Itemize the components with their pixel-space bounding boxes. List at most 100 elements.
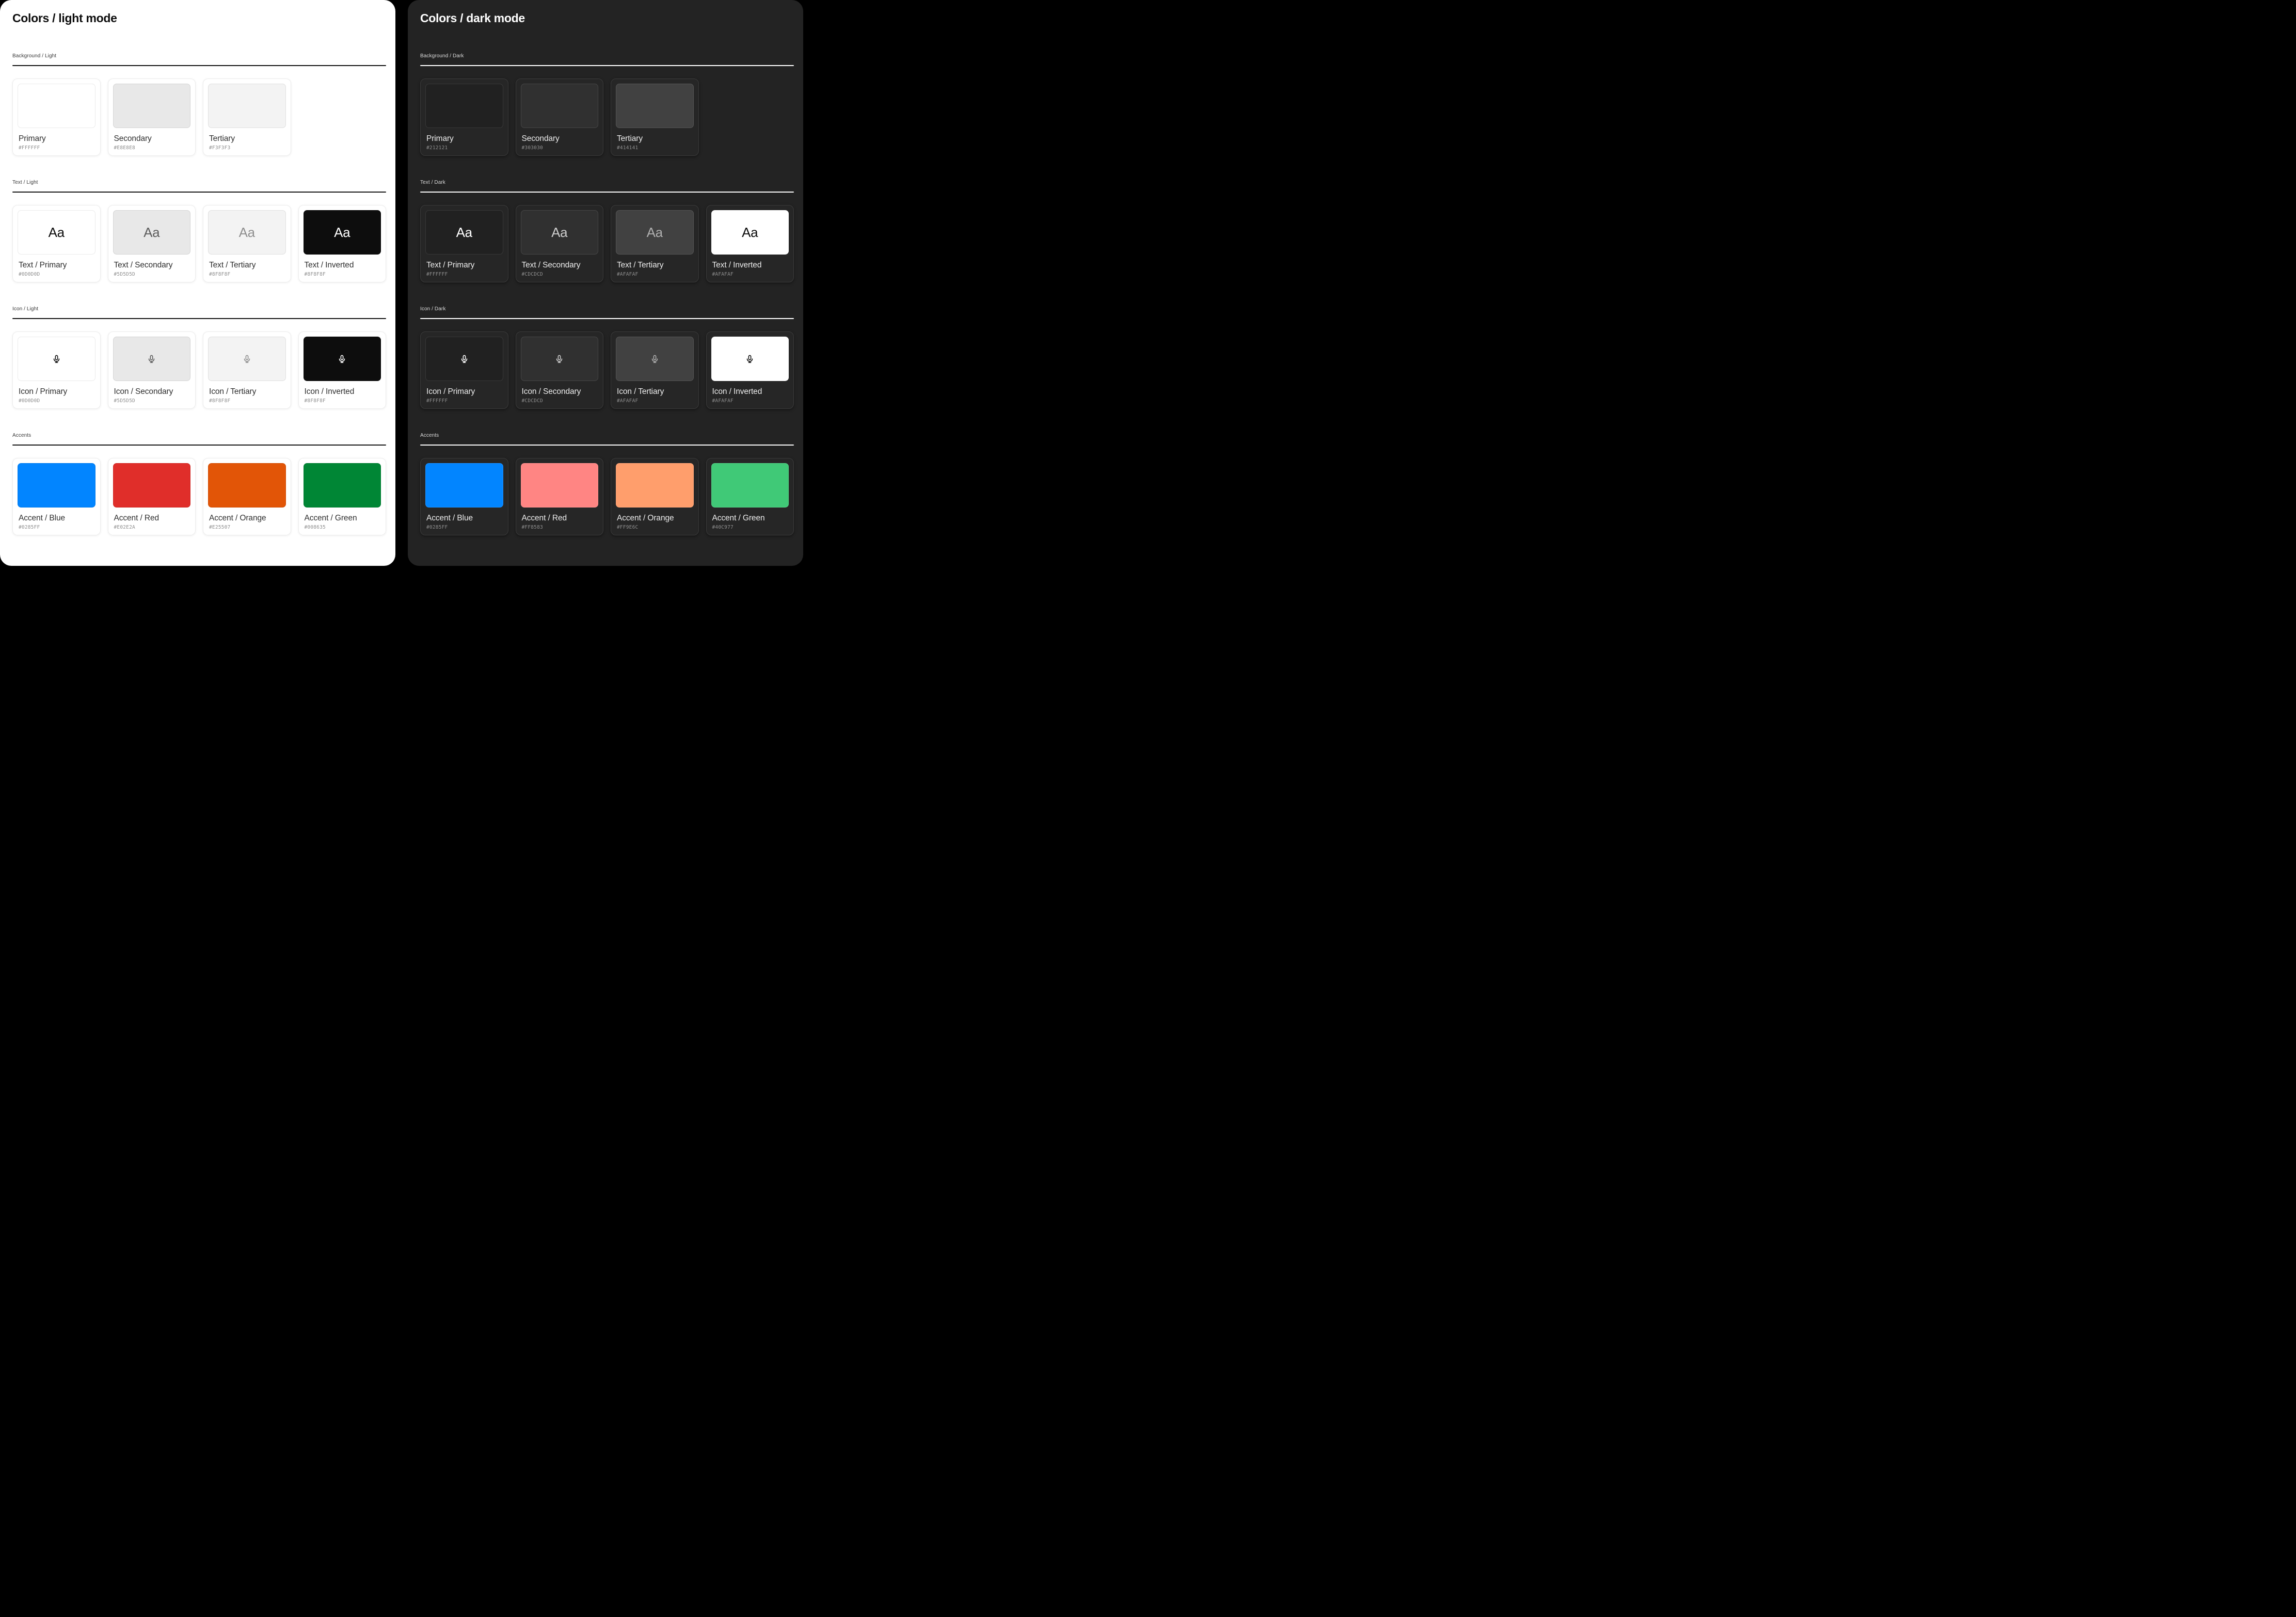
color-name: Text / Inverted (712, 261, 789, 270)
color-name: Icon / Inverted (305, 387, 381, 397)
section-label: Icon / Light (12, 306, 386, 312)
card-grid: Accent / Blue#0285FF Accent / Red #E02E2A A… (12, 458, 386, 535)
color-swatch (711, 337, 789, 381)
section-divider (12, 65, 386, 66)
color-name: Icon / Primary (19, 387, 95, 397)
color-styles-sheet: { "page": { "background": "#000000" }, "… (0, 0, 803, 570)
color-swatch (208, 337, 286, 381)
color-name: Accent / Red (114, 514, 191, 523)
color-name: Accent / Blue (19, 514, 95, 523)
color-swatch (425, 84, 503, 128)
color-card-accent-green: Accent / Green#40C977 (706, 458, 794, 535)
color-hex-value: #0285FF (426, 525, 503, 530)
color-name: Text / Secondary (114, 261, 191, 270)
section-icon-dark: Icon / Dark Icon / Primary#FFFFFF Icon /… (420, 306, 794, 409)
color-card-primary: Primary#FFFFFF (12, 78, 101, 156)
section-label: Accents (420, 433, 794, 438)
color-name: Accent / Green (305, 514, 381, 523)
color-card-text-tertiary: AaText / Tertiary#AFAFAF (611, 205, 699, 282)
color-name: Icon / Tertiary (617, 387, 694, 397)
color-name: Text / Tertiary (209, 261, 286, 270)
color-name: Text / Primary (426, 261, 503, 270)
color-name: Text / Primary (19, 261, 95, 270)
card-grid: Primary#212121Secondary#303030Tertiary#4… (420, 78, 794, 156)
color-swatch (113, 337, 191, 381)
section-accents: AccentsAccent / Blue#0285FFAccent / Red#… (12, 433, 386, 535)
color-swatch (208, 84, 286, 128)
color-swatch (304, 463, 381, 508)
color-hex-value: #E8E8E8 (114, 145, 191, 151)
page-title: Colors / dark mode (420, 11, 794, 25)
color-name: Icon / Secondary (522, 387, 599, 397)
microphone-icon (243, 355, 251, 363)
color-hex-value: #AFAFAF (712, 272, 789, 277)
color-card-accent-red: Accent / Red#FF8583 (516, 458, 604, 535)
color-swatch (521, 463, 599, 508)
section-label: Background / Dark (420, 53, 794, 59)
color-card-accent-orange: Accent / Orange#E25507 (203, 458, 291, 535)
section-text-dark: Text / DarkAaText / Primary#FFFFFFAaText… (420, 180, 794, 282)
microphone-icon (147, 355, 156, 363)
color-name: Icon / Tertiary (209, 387, 286, 397)
color-name: Secondary (114, 134, 191, 144)
section-divider (12, 192, 386, 193)
color-swatch (113, 463, 191, 508)
color-card-text-inverted: AaText / Inverted#8F8F8F (298, 205, 387, 282)
color-card-tertiary: Tertiary#414141 (611, 78, 699, 156)
color-swatch (208, 463, 286, 508)
color-swatch (425, 463, 503, 508)
color-name: Primary (19, 134, 95, 144)
color-card-text-primary: AaText / Primary#0D0D0D (12, 205, 101, 282)
color-hex-value: #0D0D0D (19, 272, 95, 277)
color-name: Icon / Primary (426, 387, 503, 397)
section-divider (420, 192, 794, 193)
color-hex-value: #E02E2A (114, 525, 191, 530)
color-hex-value: #0D0D0D (19, 398, 95, 404)
color-hex-value: #414141 (617, 145, 694, 151)
section-label: Icon / Dark (420, 306, 794, 312)
microphone-icon (52, 355, 61, 363)
color-hex-value: #AFAFAF (617, 398, 694, 404)
color-hex-value: #008635 (305, 525, 381, 530)
color-card-icon-secondary: Icon / Secondary#CDCDCD (516, 331, 604, 409)
color-name: Text / Secondary (522, 261, 599, 270)
section-divider (420, 65, 794, 66)
color-name: Accent / Orange (617, 514, 694, 523)
microphone-icon (650, 355, 659, 363)
color-swatch (711, 463, 789, 508)
text-sample: Aa (144, 225, 160, 241)
color-swatch (113, 84, 191, 128)
color-swatch: Aa (304, 210, 381, 255)
section-divider (12, 445, 386, 446)
color-hex-value: #FFFFFF (426, 398, 503, 404)
color-swatch: Aa (616, 210, 694, 255)
color-card-text-primary: Aa Text / Primary #FFFFFF (420, 205, 508, 282)
color-name: Icon / Inverted (712, 387, 789, 397)
color-card-accent-blue: Accent / Blue#0285FF (12, 458, 101, 535)
color-swatch: Aa (425, 210, 503, 255)
color-hex-value: #AFAFAF (712, 398, 789, 404)
microphone-icon (460, 355, 469, 363)
section-text-light: Text / LightAaText / Primary#0D0D0DAaTex… (12, 180, 386, 282)
section-divider (420, 318, 794, 319)
color-name: Secondary (522, 134, 599, 144)
color-hex-value: #8F8F8F (305, 272, 381, 277)
color-card-icon-tertiary: Icon / Tertiary#AFAFAF (611, 331, 699, 409)
color-name: Tertiary (209, 134, 286, 144)
color-name: Accent / Green (712, 514, 789, 523)
color-hex-value: #FF8583 (522, 525, 599, 530)
section-background-dark: Background / DarkPrimary#212121Secondary… (420, 53, 794, 156)
color-card-secondary: Secondary#303030 (516, 78, 604, 156)
card-grid: Accent / Blue#0285FFAccent / Red#FF8583A… (420, 458, 794, 535)
color-hex-value: #5D5D5D (114, 398, 191, 404)
color-hex-value: #FFFFFF (426, 272, 503, 277)
color-card-icon-primary: Icon / Primary#0D0D0D (12, 331, 101, 409)
color-name: Tertiary (617, 134, 694, 144)
color-swatch (425, 337, 503, 381)
color-hex-value: #5D5D5D (114, 272, 191, 277)
color-swatch (18, 337, 95, 381)
color-hex-value: #212121 (426, 145, 503, 151)
color-hex-value: #8F8F8F (305, 398, 381, 404)
color-hex-value: #303030 (522, 145, 599, 151)
card-grid: Aa Text / Primary #0D0D0D Aa Text / Secondar… (12, 205, 386, 282)
